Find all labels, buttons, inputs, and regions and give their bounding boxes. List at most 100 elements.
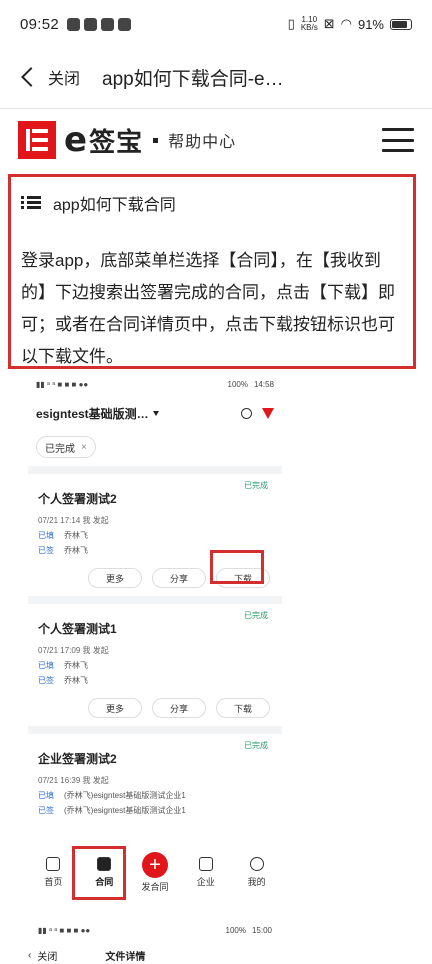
help-center-label[interactable]: 帮助中心 — [168, 128, 236, 152]
share-button[interactable]: 分享 — [152, 698, 206, 718]
contract-meta: 07/21 17:09 我 发起 — [38, 646, 109, 655]
download-button[interactable]: 下载 — [216, 698, 270, 718]
home-icon — [46, 856, 61, 871]
tab-label: 发合同 — [141, 881, 169, 892]
tab-label: 首页 — [44, 876, 63, 887]
status-badge: 已完成 — [244, 481, 268, 490]
signer-name: (乔林飞)esigntest基础版测试企业1 — [64, 806, 186, 815]
nav-bar: 关闭 app如何下载合同-e… — [0, 48, 432, 106]
contract-title: 个人签署测试2 — [38, 492, 117, 506]
signer-line: 已签 (乔林飞)esigntest基础版测试企业1 — [38, 805, 272, 816]
signer-name: 乔林飞 — [64, 531, 88, 540]
signer-name: 乔林飞 — [64, 661, 88, 670]
screenshot-header: esigntest基础版测… — [28, 396, 282, 430]
status-right: ▯ 1.10 KB/s ⊠ ◠ 91% — [288, 16, 412, 32]
tab-label: 我的 — [247, 876, 266, 887]
signer-role: 已签 — [38, 676, 54, 685]
tab-mine[interactable]: 我的 — [231, 844, 282, 900]
app-notification-icon — [67, 17, 81, 31]
article-highlight: app如何下载合同 登录app，底部菜单栏选择【合同】，在【我收到的】下边搜索出… — [8, 174, 416, 369]
contract-card[interactable]: 已完成 个人签署测试1 07/21 17:09 我 发起 已填 乔林飞 已签 乔林飞… — [28, 604, 282, 726]
more-button[interactable]: 更多 — [88, 698, 142, 718]
screenshot-signal-icon: ▮▮ ᵃ ᵃ ■ ■ ■ ●● — [36, 379, 89, 389]
site-header: e 签宝 帮助中心 — [0, 110, 432, 170]
more-button[interactable]: 更多 — [88, 568, 142, 588]
tab-enterprise[interactable]: 企业 — [180, 844, 231, 900]
back-chevron-icon[interactable] — [21, 67, 41, 87]
signer-line: 已填 乔林飞 — [38, 530, 272, 541]
filter-icon[interactable] — [262, 407, 274, 419]
status-badge: 已完成 — [244, 611, 268, 620]
signer-line: 已填 (乔林飞)esigntest基础版测试企业1 — [38, 790, 272, 801]
contract-meta: 07/21 16:39 我 发起 — [38, 776, 109, 785]
user-icon — [249, 856, 264, 871]
screenshot-time: 14:58 — [253, 379, 274, 389]
signer-line: 已签 乔林飞 — [38, 675, 272, 686]
screenshot2-status-bar: ▮▮ ᵃ ᵃ ■ ■ ■ ●● 100% 15:00 — [28, 920, 282, 940]
screenshot-status-bar: ▮▮ ᵃ ᵃ ■ ■ ■ ●● 100% 14:58 — [28, 372, 282, 396]
status-badge: 已完成 — [244, 741, 268, 750]
close-icon[interactable]: × — [81, 442, 87, 453]
battery-icon — [390, 18, 412, 30]
vibrate-icon: ▯ — [287, 16, 295, 31]
brand-separator — [153, 137, 159, 143]
screenshot2-time: 15:00 — [251, 925, 272, 935]
card-actions: 更多 分享 下载 — [88, 698, 270, 718]
screenshot2-nav: ‹ 关闭 文件详情 — [28, 946, 282, 964]
list-icon — [21, 196, 41, 210]
chip-label: 已完成 — [45, 443, 75, 455]
esign-logo-icon[interactable] — [18, 121, 56, 159]
plus-icon: + — [141, 851, 168, 878]
download-highlight — [210, 550, 264, 584]
signer-role: 已签 — [38, 806, 54, 815]
screenshot-tab-bar: 首页 合同 + 发合同 企业 我的 — [28, 844, 282, 900]
signer-role: 已填 — [38, 661, 54, 670]
signer-name: 乔林飞 — [64, 546, 88, 555]
brand-e-logo-icon: e — [64, 120, 88, 160]
close-button[interactable]: 关闭 — [48, 65, 80, 89]
tab-send-contract[interactable]: + 发合同 — [130, 844, 181, 900]
app-screenshot: ▮▮ ᵃ ᵃ ■ ■ ■ ●● 100% 14:58 esigntest基础版测… — [28, 372, 282, 838]
article-heading-text: app如何下载合同 — [53, 197, 176, 214]
tiktok-icon — [84, 17, 98, 31]
contract-card[interactable]: 已完成 企业签署测试2 07/21 16:39 我 发起 已填 (乔林飞)esig… — [28, 734, 282, 838]
wifi-icon: ◠ — [340, 16, 352, 31]
signer-role: 已填 — [38, 531, 54, 540]
contract-tab-highlight — [72, 846, 126, 900]
screenshot-battery: 100% — [227, 379, 248, 389]
article-heading: app如何下载合同 — [21, 191, 403, 215]
screenshot2-battery: 100% — [225, 925, 246, 935]
signer-name: (乔林飞)esigntest基础版测试企业1 — [64, 791, 186, 800]
contract-meta: 07/21 17:14 我 发起 — [38, 516, 109, 525]
search-icon[interactable] — [241, 407, 252, 419]
building-icon — [198, 856, 213, 871]
nav-divider — [0, 108, 432, 109]
back-chevron-icon[interactable]: ‹ — [28, 950, 31, 961]
contract-title: 个人签署测试1 — [38, 622, 117, 636]
article-body: 登录app，底部菜单栏选择【合同】，在【我收到的】下边搜索出签署完成的合同，点击… — [21, 251, 395, 366]
caret-down-icon — [152, 410, 159, 416]
filter-chips: 已完成 × — [28, 430, 282, 466]
star-icon — [118, 17, 132, 31]
account-switcher[interactable]: esigntest基础版测… — [36, 405, 149, 422]
page-title: app如何下载合同-e… — [102, 68, 284, 90]
network-speed: 1.10 KB/s — [301, 16, 318, 32]
screenshot2-title: 文件详情 — [105, 951, 146, 963]
chip-completed[interactable]: 已完成 × — [36, 436, 96, 458]
signer-line: 已填 乔林飞 — [38, 660, 272, 671]
screenshot2-close[interactable]: 关闭 — [37, 948, 57, 963]
share-button[interactable]: 分享 — [152, 568, 206, 588]
net-speed-unit: KB/s — [300, 23, 318, 32]
signer-role: 已填 — [38, 791, 54, 800]
notification-icons — [67, 17, 132, 31]
sim-icon: ⊠ — [323, 16, 335, 31]
signer-role: 已签 — [38, 546, 54, 555]
status-time: 09:52 — [20, 15, 60, 33]
signer-name: 乔林飞 — [64, 676, 88, 685]
menu-icon[interactable] — [382, 128, 414, 152]
brand-name: 签宝 — [89, 126, 144, 157]
tab-label: 企业 — [196, 876, 215, 887]
contract-title: 企业签署测试2 — [38, 752, 117, 766]
screenshot2-signal-icon: ▮▮ ᵃ ᵃ ■ ■ ■ ●● — [38, 925, 91, 935]
mail-icon — [101, 17, 115, 31]
